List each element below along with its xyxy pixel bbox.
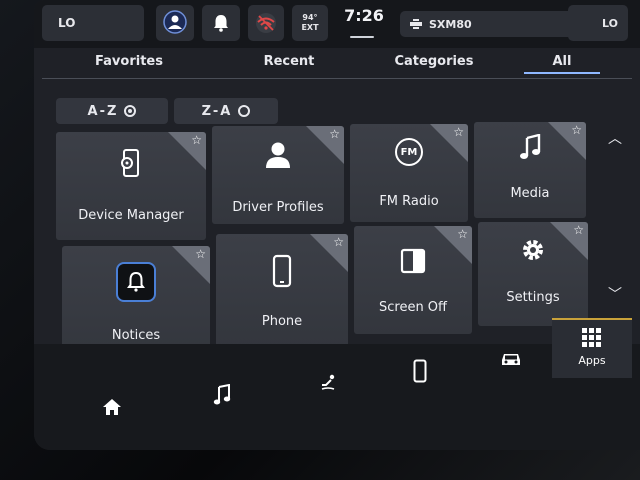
apps-dock-button[interactable]: Apps <box>552 318 632 378</box>
driver-temp-button[interactable]: LO <box>42 5 144 41</box>
app-tile-media[interactable]: ☆ Media <box>474 122 586 218</box>
sort-az-toggle[interactable]: A-Z <box>56 98 168 124</box>
app-tile-label: Screen Off <box>378 300 447 315</box>
star-icon[interactable]: ☆ <box>195 247 206 261</box>
fm-icon: FM <box>395 138 423 166</box>
star-icon[interactable]: ☆ <box>573 223 584 237</box>
app-tile-fm-radio[interactable]: ☆ FM FM Radio <box>350 124 468 222</box>
star-icon[interactable]: ☆ <box>457 227 468 241</box>
app-tile-label: Media <box>510 186 550 201</box>
chevron-down-icon: ﹀ <box>608 287 622 303</box>
star-icon[interactable]: ☆ <box>571 123 582 137</box>
radio-waves-icon <box>410 19 422 29</box>
gear-icon <box>523 240 543 260</box>
sort-za-label: Z-A <box>201 103 233 119</box>
phone-gear-icon <box>121 149 139 177</box>
screen-off-icon <box>400 248 426 274</box>
app-tile-driver-profiles[interactable]: ☆ Driver Profiles <box>212 126 344 224</box>
driver-profile-button[interactable] <box>156 5 194 41</box>
bell-icon <box>214 15 228 32</box>
home-icon <box>103 399 121 415</box>
tabs-divider <box>42 78 632 79</box>
tab-recent[interactable]: Recent <box>234 54 344 69</box>
climate-dock-button[interactable] <box>312 370 344 394</box>
chevron-up-icon: ︿ <box>608 131 622 147</box>
tab-categories[interactable]: Categories <box>379 54 489 69</box>
sort-az-label: A-Z <box>87 103 119 119</box>
tab-all[interactable]: All <box>524 54 600 69</box>
star-icon[interactable]: ☆ <box>329 127 340 141</box>
status-bar: LO 94° EXT 7:26 SXM80 LO <box>34 0 640 48</box>
apps-grid-icon <box>582 328 601 347</box>
media-dock-button[interactable] <box>206 382 238 408</box>
sort-az-radio <box>124 105 137 117</box>
app-tile-label: Device Manager <box>78 208 184 223</box>
phone-dock-button[interactable] <box>406 356 434 386</box>
outside-temp-label: EXT <box>301 23 319 32</box>
app-tile-label: FM Radio <box>379 194 439 209</box>
scroll-down-button[interactable]: ﹀ <box>608 284 622 304</box>
app-tile-label: Notices <box>111 328 161 343</box>
outside-temp-value: 94° <box>302 13 318 22</box>
app-tile-label: Phone <box>261 314 303 329</box>
wifi-status-button[interactable] <box>248 5 284 41</box>
wifi-off-icon <box>256 13 276 33</box>
passenger-temp-label: LO <box>602 16 618 30</box>
phone-icon <box>272 254 292 288</box>
star-icon[interactable]: ☆ <box>191 133 202 147</box>
driver-profile-icon <box>163 10 187 34</box>
app-tile-device-manager[interactable]: ☆ Device Manager <box>56 132 206 240</box>
star-icon[interactable]: ☆ <box>453 125 464 139</box>
car-icon <box>502 354 520 365</box>
music-note-icon <box>520 134 541 159</box>
sort-za-toggle[interactable]: Z-A <box>174 98 278 124</box>
star-icon[interactable]: ☆ <box>333 235 344 249</box>
vehicle-dock-button[interactable] <box>494 346 528 372</box>
app-tabs: Favorites Recent Categories All <box>34 48 640 82</box>
music-note-icon <box>213 384 231 405</box>
active-tab-indicator <box>524 72 600 74</box>
outside-temp: 94° EXT <box>292 5 328 41</box>
clock: 7:26 <box>344 6 384 25</box>
infotainment-screen: LO 94° EXT 7:26 SXM80 LO Favorites Recen… <box>34 0 640 450</box>
app-tile-phone[interactable]: ☆ Phone <box>216 234 348 348</box>
app-tile-settings[interactable]: ☆ Settings <box>478 222 588 326</box>
notifications-button[interactable] <box>202 5 240 41</box>
pull-down-handle[interactable] <box>350 36 374 38</box>
tab-favorites[interactable]: Favorites <box>74 54 184 69</box>
app-tile-screen-off[interactable]: ☆ Screen Off <box>354 226 472 334</box>
passenger-temp-button[interactable]: LO <box>568 5 628 41</box>
driver-temp-label: LO <box>58 16 76 30</box>
app-tile-label: Driver Profiles <box>232 200 324 215</box>
app-tile-notices[interactable]: ☆ Notices <box>62 246 210 360</box>
now-playing-button[interactable]: SXM80 <box>400 11 590 37</box>
radio-station-label: SXM80 <box>429 17 472 31</box>
sort-za-radio <box>238 105 251 117</box>
app-tile-label: Settings <box>506 290 560 305</box>
phone-icon <box>413 359 427 383</box>
climate-icon <box>321 374 335 390</box>
bell-icon <box>116 262 156 302</box>
apps-label: Apps <box>578 354 606 367</box>
home-button[interactable] <box>96 394 128 420</box>
scroll-up-button[interactable]: ︿ <box>608 128 622 148</box>
person-icon <box>266 142 290 168</box>
